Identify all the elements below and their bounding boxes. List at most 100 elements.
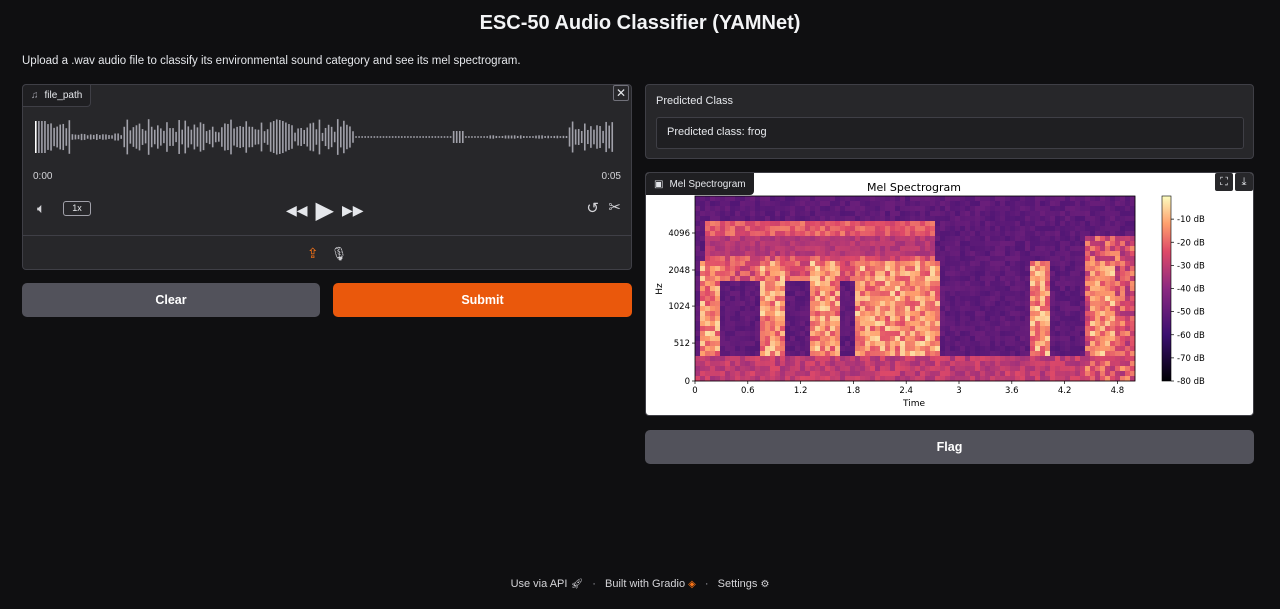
heatmap-cell [1020, 196, 1026, 202]
heatmap-cell [760, 351, 766, 357]
heatmap-cell [795, 231, 801, 237]
close-icon[interactable]: ✕ [613, 85, 629, 101]
heatmap-cell [920, 196, 926, 202]
heatmap-cell [880, 266, 886, 272]
heatmap-cell [1015, 301, 1021, 307]
heatmap-cell [935, 371, 941, 377]
heatmap-cell [1050, 356, 1056, 362]
fullscreen-icon[interactable]: ⛶ [1215, 173, 1233, 191]
heatmap-cell [1010, 326, 1016, 332]
settings-link[interactable]: Settings [718, 578, 758, 590]
heatmap-cell [935, 206, 941, 212]
heatmap-cell [950, 201, 956, 207]
heatmap-cell [1015, 241, 1021, 247]
waveform-bar [556, 135, 559, 139]
heatmap-cell [1055, 216, 1061, 222]
heatmap-cell [745, 206, 751, 212]
heatmap-cell [1070, 276, 1076, 282]
mel-spectrogram-chart: Mel Spectrogram Time Hz 0 0.6 1.2 1.8 2.4 3 3.… [655, 181, 1205, 409]
heatmap-cell [770, 366, 776, 372]
heatmap-cell [1040, 306, 1046, 312]
heatmap-cell [1045, 201, 1051, 207]
volume-icon[interactable]: 🔈︎ [37, 200, 45, 217]
heatmap-cell [785, 236, 791, 242]
heatmap-cell [730, 311, 736, 317]
heatmap-cell [1065, 231, 1071, 237]
heatmap-cell [810, 306, 816, 312]
heatmap-cell [1000, 256, 1006, 262]
heatmap-cell [835, 226, 841, 232]
audio-input-panel[interactable]: ♫ file_path ✕ 0:00 0:05 🔈︎ 1x ◀◀ ▶ ▶▶ ↺ … [22, 84, 632, 270]
heatmap-cell [1010, 346, 1016, 352]
reset-icon[interactable]: ↺ [586, 199, 599, 217]
heatmap-cell [850, 241, 856, 247]
microphone-icon[interactable]: 🎙︎ [331, 246, 348, 262]
heatmap-cell [900, 206, 906, 212]
heatmap-cell [1020, 331, 1026, 337]
heatmap-cell [1115, 221, 1121, 227]
heatmap-cell [840, 271, 846, 277]
fast-forward-icon[interactable]: ▶▶ [342, 202, 364, 219]
heatmap-cell [910, 236, 916, 242]
heatmap-cell [1070, 336, 1076, 342]
heatmap-cell [940, 291, 946, 297]
heatmap-cell [910, 271, 916, 277]
heatmap-cell [955, 291, 961, 297]
built-with-gradio-link[interactable]: Built with Gradio [605, 578, 685, 590]
heatmap-cell [905, 316, 911, 322]
heatmap-cell [1100, 356, 1106, 362]
heatmap-cell [790, 311, 796, 317]
heatmap-cell [1040, 371, 1046, 377]
heatmap-cell [970, 336, 976, 342]
playback-speed-button[interactable]: 1x [63, 201, 91, 216]
flag-button[interactable]: Flag [645, 430, 1254, 464]
submit-button[interactable]: Submit [333, 283, 632, 317]
heatmap-cell [790, 201, 796, 207]
use-via-api-link[interactable]: Use via API [511, 578, 568, 590]
heatmap-cell [750, 311, 756, 317]
heatmap-cell [790, 296, 796, 302]
scissors-icon[interactable]: ✂ [608, 198, 621, 216]
heatmap-cell [880, 246, 886, 252]
heatmap-cell [1045, 251, 1051, 257]
heatmap-cell [1125, 311, 1131, 317]
heatmap-cell [1010, 251, 1016, 257]
heatmap-cell [700, 206, 706, 212]
heatmap-cell [960, 281, 966, 287]
heatmap-cell [830, 236, 836, 242]
heatmap-cell [725, 211, 731, 217]
play-icon[interactable]: ▶ [316, 196, 334, 225]
heatmap-cell [945, 281, 951, 287]
heatmap-cell [910, 241, 916, 247]
heatmap-cell [910, 321, 916, 327]
heatmap-cell [830, 371, 836, 377]
heatmap-cell [820, 221, 826, 227]
rewind-icon[interactable]: ◀◀ [286, 202, 308, 219]
heatmap-cell [780, 261, 786, 267]
heatmap-cell [860, 366, 866, 372]
clear-button[interactable]: Clear [22, 283, 320, 317]
heatmap-cell [1100, 261, 1106, 267]
heatmap-cell [715, 341, 721, 347]
heatmap-cell [1080, 291, 1086, 297]
waveform-bar [230, 119, 232, 155]
heatmap-cell [810, 341, 816, 347]
heatmap-cell [760, 321, 766, 327]
heatmap-cell [980, 286, 986, 292]
heatmap-cell [840, 206, 846, 212]
heatmap-cell [1075, 256, 1081, 262]
heatmap-cell [920, 346, 926, 352]
upload-icon[interactable]: ⇪ [307, 245, 319, 262]
heatmap-cell [950, 336, 956, 342]
heatmap-cell [1125, 326, 1131, 332]
heatmap-cell [790, 361, 796, 367]
heatmap-cell [1075, 356, 1081, 362]
heatmap-cell [980, 216, 986, 222]
heatmap-cell [985, 316, 991, 322]
heatmap-cell [995, 321, 1001, 327]
heatmap-cell [1035, 236, 1041, 242]
download-icon[interactable]: ⤓ [1235, 173, 1253, 191]
waveform[interactable] [33, 115, 618, 159]
heatmap-cell [1115, 376, 1121, 382]
heatmap-cell [720, 211, 726, 217]
